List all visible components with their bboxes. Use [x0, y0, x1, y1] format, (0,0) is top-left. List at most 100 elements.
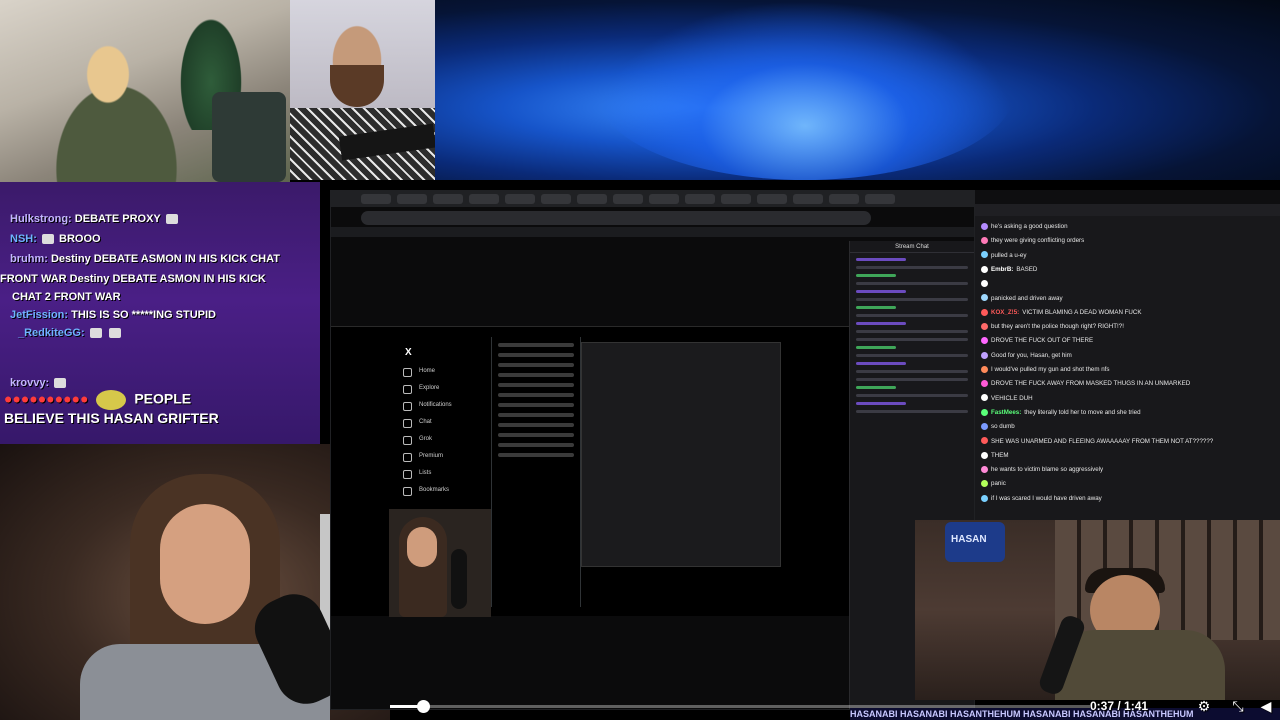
chat-text: FRONT WAR Destiny DEBATE ASMON IN HIS KI…: [0, 273, 266, 285]
stream-chat-title: Stream Chat: [850, 241, 974, 253]
x-nav-grok[interactable]: Grok: [401, 431, 481, 448]
screen-share: X Home Explore Notifications Chat Grok P…: [330, 190, 975, 710]
badge-icon: [981, 451, 988, 459]
badge-icon: [981, 337, 988, 345]
badge-icon: [981, 351, 988, 359]
browser-tab[interactable]: [829, 194, 859, 204]
chat-text: pulled a u-ey: [991, 251, 1027, 259]
address-bar[interactable]: [361, 211, 871, 225]
chat-line: Hulkstrong: DEBATE PROXY: [10, 210, 180, 228]
chat-line: but they aren't the police though right?…: [981, 322, 1124, 331]
wallpaper-bloom: [595, 0, 1015, 180]
chat-line: [856, 282, 968, 285]
settings-gear-icon[interactable]: ⚙: [1194, 696, 1214, 716]
x-nav-premium[interactable]: Premium: [401, 448, 481, 465]
chat-line: JetFission: THIS IS SO *****ING STUPID: [10, 306, 216, 324]
browser-tab[interactable]: [577, 194, 607, 204]
chat-line: [856, 362, 906, 365]
chat-line: CHAT 2 FRONT WAR: [12, 288, 121, 306]
x-nav-lists[interactable]: Lists: [401, 465, 481, 482]
bookmarks-bar[interactable]: [331, 227, 974, 237]
chat-text: they literally told her to move and she …: [1024, 408, 1141, 416]
browser-tab[interactable]: [505, 194, 535, 204]
browser-tab[interactable]: [865, 194, 895, 204]
post-line: [498, 353, 574, 357]
browser-tab[interactable]: [649, 194, 679, 204]
x-nav-explore[interactable]: Explore: [401, 380, 481, 397]
chat-line: [856, 354, 968, 357]
browser-tab[interactable]: [721, 194, 751, 204]
chat-text: THEM: [991, 451, 1009, 459]
highlight-text-line2: BELIEVE THIS HASAN GRIFTER: [4, 410, 219, 426]
chair: [212, 92, 286, 182]
chat-line: [856, 258, 906, 261]
chat-text: he wants to victim blame so aggressively: [991, 466, 1104, 474]
x-nav-home[interactable]: Home: [401, 363, 481, 380]
chat-username: krovvy:: [10, 377, 50, 389]
progress-thumb[interactable]: [417, 700, 431, 713]
badge-icon: [981, 423, 988, 431]
badge-icon: [981, 322, 988, 330]
browser-tab[interactable]: [397, 194, 427, 204]
hasan-logo-text: HASAN: [951, 534, 987, 545]
chat-line: NSH: BROOO: [10, 230, 101, 248]
chat-line: THEM: [981, 451, 1009, 460]
badge-icon: [981, 280, 988, 288]
chat-text: CHAT 2 FRONT WAR: [12, 291, 121, 303]
browser-tab-bar[interactable]: [331, 191, 974, 207]
chat-line: [856, 322, 906, 325]
post-line: [498, 443, 574, 447]
browser-tab[interactable]: [613, 194, 643, 204]
browser-tab[interactable]: [361, 194, 391, 204]
badge-icon: [981, 480, 988, 488]
chat-line: [856, 330, 968, 333]
chat-line: VEHICLE DUH: [981, 394, 1033, 403]
x-nav-bookmarks[interactable]: Bookmarks: [401, 482, 481, 499]
microphone: [451, 549, 467, 609]
browser-tab[interactable]: [541, 194, 571, 204]
chat-line: [856, 394, 968, 397]
chat-line: panicked and driven away: [981, 294, 1063, 303]
x-feed: [491, 337, 581, 607]
chat-line: DROVE THE FUCK AWAY FROM MASKED THUGS IN…: [981, 379, 1190, 388]
exit-fullscreen-icon[interactable]: ⤡: [1228, 696, 1248, 716]
badge-icon: [981, 408, 988, 416]
chat-line: [856, 266, 968, 269]
highlighted-chat-message: ●●●●●●●●●● PEOPLE BELIEVE THIS HASAN GRI…: [4, 390, 219, 426]
x-logo[interactable]: X: [401, 347, 481, 363]
chat-line: [981, 279, 991, 288]
chat-text: Good for you, Hasan, get him: [991, 351, 1072, 359]
badge-icon: [981, 394, 988, 402]
chat-text: if I was scared I would have driven away: [991, 494, 1102, 502]
chat-username: KOX_Z!5:: [991, 308, 1020, 316]
chat-line: [856, 370, 968, 373]
post-line: [498, 453, 574, 457]
browser-tab[interactable]: [685, 194, 715, 204]
chat-text: I would've pulled my gun and shot them n…: [991, 366, 1110, 373]
emote-icon: [54, 378, 67, 389]
chat-username: EmbrB:: [991, 265, 1014, 273]
post-line: [498, 363, 574, 367]
browser-tab[interactable]: [433, 194, 463, 204]
browser-tab[interactable]: [469, 194, 499, 204]
chat-line: panic: [981, 479, 1006, 488]
badge-icon: [981, 237, 988, 245]
chat-text: BASED: [1016, 265, 1038, 273]
x-nav-chat[interactable]: Chat: [401, 414, 481, 431]
volume-icon[interactable]: ◀: [1256, 696, 1276, 716]
x-nav-notifications[interactable]: Notifications: [401, 397, 481, 414]
badge-icon: [981, 494, 988, 502]
chat-line: he wants to victim blame so aggressively: [981, 465, 1103, 474]
browser-tab[interactable]: [793, 194, 823, 204]
badge-icon: [981, 380, 988, 388]
chat-text: VEHICLE DUH: [991, 394, 1033, 402]
chat-line: so dumb: [981, 422, 1015, 431]
chat-text: SHE WAS UNARMED AND FLEEING AWAAAAAY FRO…: [991, 437, 1214, 445]
x-modal-dialog[interactable]: [581, 342, 781, 567]
highlight-username: ●●●●●●●●●●: [4, 390, 89, 407]
browser-tab[interactable]: [757, 194, 787, 204]
chat-line: pulled a u-ey: [981, 251, 1026, 260]
progress-bar[interactable]: [390, 700, 1090, 713]
chat-line: [856, 298, 968, 301]
chat-username: bruhm:: [10, 253, 48, 265]
